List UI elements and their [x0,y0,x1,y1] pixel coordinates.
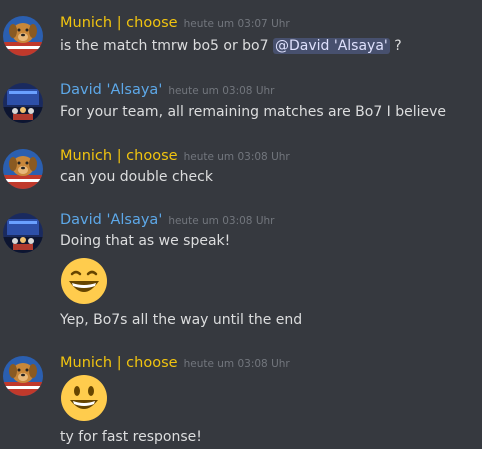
munich-avatar[interactable] [3,149,43,189]
timestamp: heute um 03:08 Uhr [168,215,275,227]
grinning-squinting-face-icon[interactable] [60,257,108,305]
grinning-face-icon[interactable] [60,374,108,422]
author-name[interactable]: Munich | choose [60,355,178,371]
message-header: David 'Alsaya' heute um 03:08 Uhr [60,79,274,99]
munich-avatar[interactable] [3,356,43,396]
user-mention[interactable]: @David 'Alsaya' [272,38,390,54]
message-text: Doing that as we speak! [60,233,231,249]
message-text: ty for fast response! [60,429,202,445]
author-name[interactable]: David 'Alsaya' [60,82,162,98]
author-name[interactable]: Munich | choose [60,148,178,164]
message-text: is the match tmrw bo5 or bo7 @David 'Als… [60,36,402,56]
message-text: can you double check [60,169,213,185]
david-avatar[interactable] [3,83,43,123]
dog-avatar-icon [3,149,43,189]
message-header: Munich | choose heute um 03:07 Uhr [60,12,290,32]
message-header: Munich | choose heute um 03:08 Uhr [60,145,290,165]
stage-avatar-icon [3,83,43,123]
dog-avatar-icon [3,16,43,56]
message-text-part: is the match tmrw bo5 or bo7 [60,38,273,54]
timestamp: heute um 03:08 Uhr [183,358,290,370]
message-text: For your team, all remaining matches are… [60,104,447,120]
message-header: Munich | choose heute um 03:08 Uhr [60,352,290,372]
timestamp: heute um 03:08 Uhr [168,85,275,97]
munich-avatar[interactable] [3,16,43,56]
author-name[interactable]: Munich | choose [60,15,178,31]
message-text: Yep, Bo7s all the way until the end [60,312,303,328]
message-header: David 'Alsaya' heute um 03:08 Uhr [60,209,274,229]
stage-avatar-icon [3,213,43,253]
timestamp: heute um 03:07 Uhr [183,18,290,30]
message-text-part: ? [389,38,402,54]
david-avatar[interactable] [3,213,43,253]
timestamp: heute um 03:08 Uhr [183,151,290,163]
dog-avatar-icon [3,356,43,396]
author-name[interactable]: David 'Alsaya' [60,212,162,228]
